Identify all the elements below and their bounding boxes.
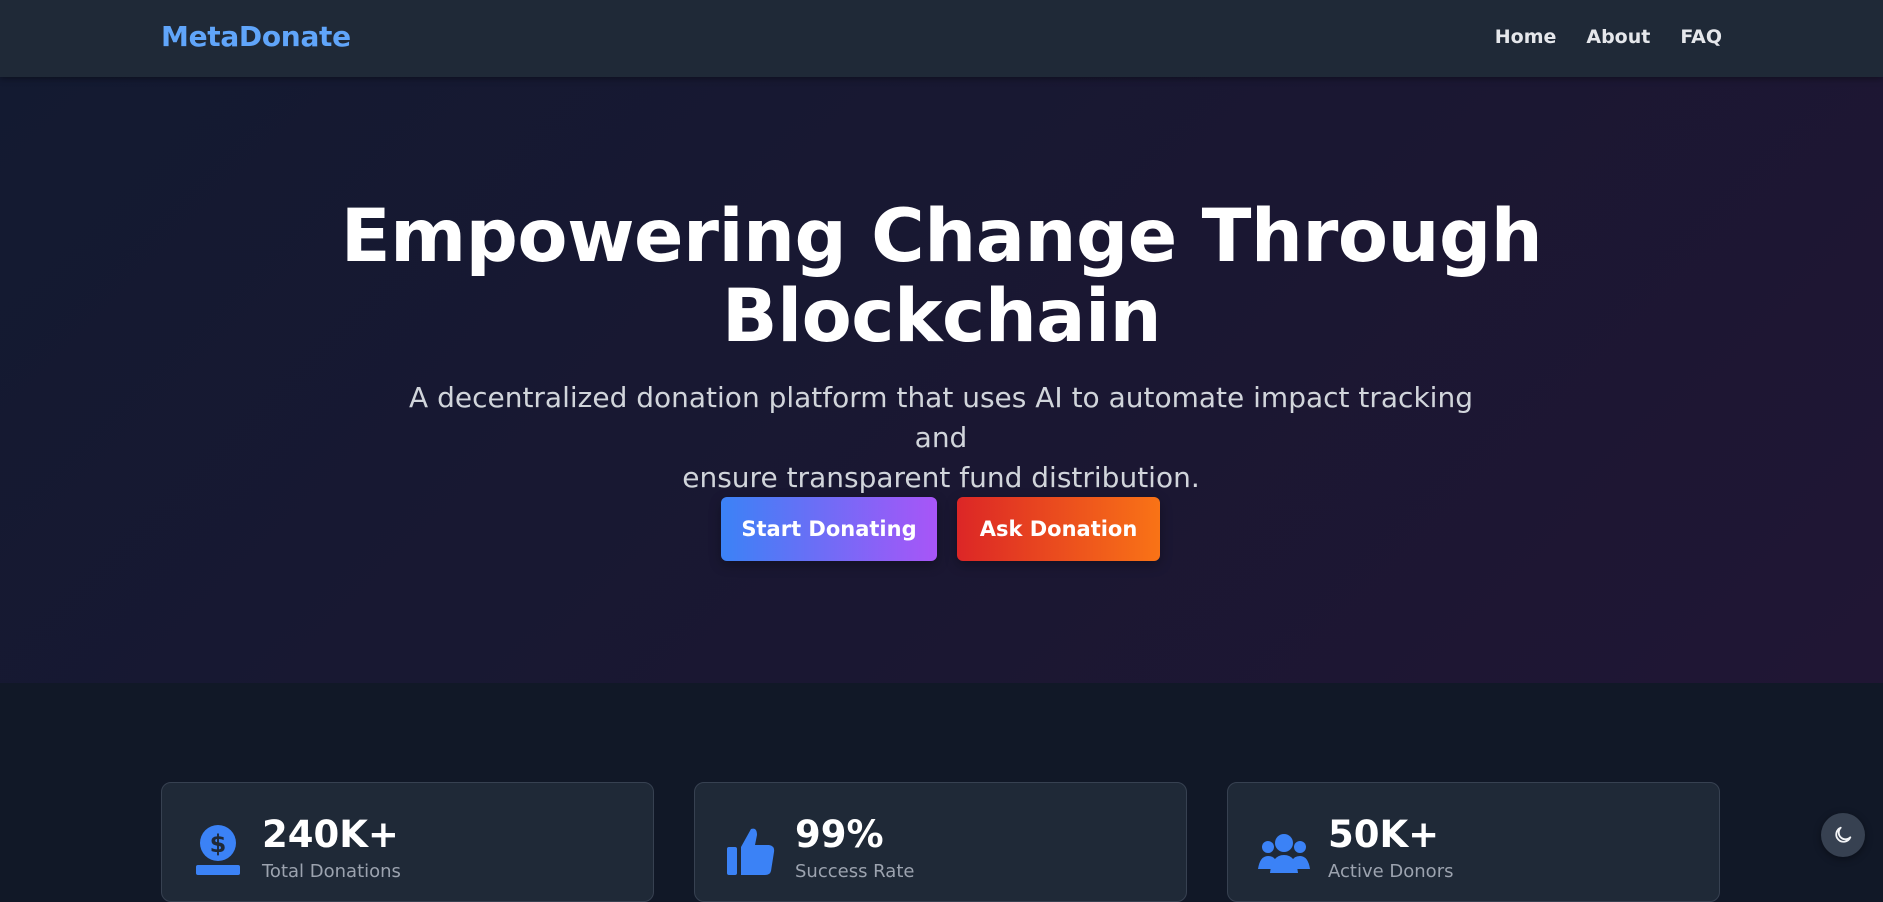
brand-logo[interactable]: MetaDonate xyxy=(161,20,351,53)
nav-link-about[interactable]: About xyxy=(1586,26,1650,48)
hero-section: Empowering Change Through Blockchain A d… xyxy=(0,77,1883,683)
hero-subtitle-line-2: ensure transparent fund distribution. xyxy=(682,461,1200,494)
hero-subtitle: A decentralized donation platform that u… xyxy=(391,378,1491,498)
stats-section: $ 240K+ Total Donations 99% Success Rate… xyxy=(0,683,1883,902)
stat-value: 50K+ xyxy=(1328,813,1440,856)
svg-text:$: $ xyxy=(210,830,227,858)
stat-card-total-donations: $ 240K+ Total Donations xyxy=(161,782,654,902)
moon-icon xyxy=(1835,826,1852,843)
nav-links: Home About FAQ xyxy=(1495,26,1722,48)
start-donating-button[interactable]: Start Donating xyxy=(721,497,937,561)
hero-title-line-1: Empowering Change Through xyxy=(340,194,1543,279)
users-icon xyxy=(1258,834,1310,873)
stat-value: 99% xyxy=(795,813,884,856)
nav-link-faq[interactable]: FAQ xyxy=(1680,26,1722,48)
stat-card-success-rate: 99% Success Rate xyxy=(694,782,1187,902)
hero-title: Empowering Change Through Blockchain xyxy=(0,197,1883,357)
theme-toggle-button[interactable] xyxy=(1821,813,1865,857)
hero-title-line-2: Blockchain xyxy=(721,274,1162,359)
ask-donation-button[interactable]: Ask Donation xyxy=(957,497,1160,561)
money-box-icon: $ xyxy=(196,825,240,875)
navbar: MetaDonate Home About FAQ xyxy=(0,0,1883,77)
stat-value: 240K+ xyxy=(262,813,399,856)
nav-link-home[interactable]: Home xyxy=(1495,26,1557,48)
thumbs-up-icon xyxy=(727,828,775,875)
hero-subtitle-line-1: A decentralized donation platform that u… xyxy=(409,381,1473,454)
stat-card-active-donors: 50K+ Active Donors xyxy=(1227,782,1720,902)
